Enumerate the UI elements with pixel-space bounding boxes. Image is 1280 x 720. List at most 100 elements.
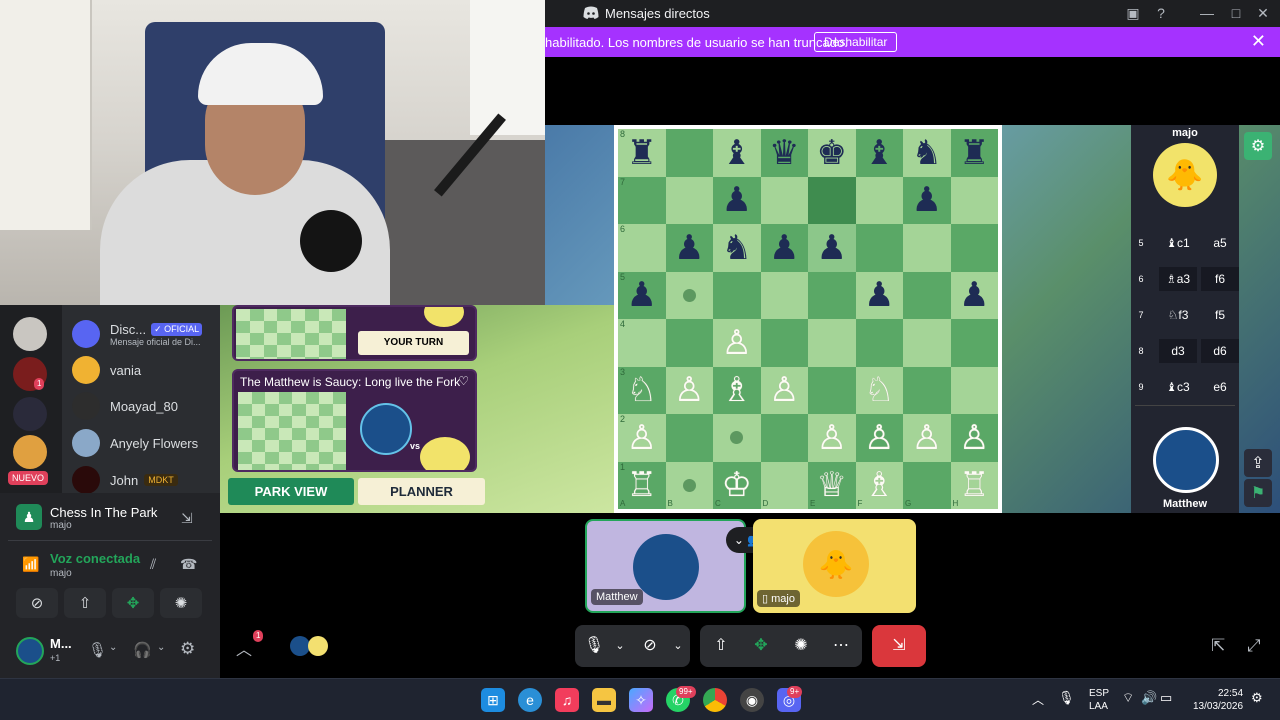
black-piece[interactable]: ♜	[627, 136, 657, 170]
server-avatar-3[interactable]	[13, 397, 47, 431]
board-square[interactable]: 5 ♟	[618, 271, 666, 319]
board-square[interactable]	[950, 319, 998, 367]
mic-chevron-icon[interactable]: ⌄	[109, 642, 117, 653]
white-piece[interactable]: ♙	[627, 421, 657, 455]
white-piece[interactable]: ♙	[674, 373, 704, 407]
black-piece[interactable]: ♟	[817, 231, 847, 265]
inbox-icon[interactable]: ▣	[1123, 4, 1143, 22]
board-square[interactable]: 3 ♘	[618, 366, 666, 414]
tab-planner[interactable]: PLANNER	[358, 478, 485, 505]
white-piece[interactable]: ♘	[627, 373, 657, 407]
black-piece[interactable]: ♜	[959, 136, 989, 170]
black-piece[interactable]: ♚	[817, 136, 847, 170]
game-card-2[interactable]: The Matthew is Saucy: Long live the Fork…	[232, 369, 477, 472]
leave-activity-icon[interactable]: ⇲	[181, 510, 193, 527]
user-name[interactable]: M...	[50, 636, 72, 651]
maximize-icon[interactable]: □	[1226, 4, 1246, 22]
board-square[interactable]	[760, 176, 808, 224]
tray-chevron-icon[interactable]: ︿	[1032, 691, 1044, 708]
windows-start-icon[interactable]: ⊞	[481, 688, 505, 712]
board-square[interactable]	[760, 271, 808, 319]
board-square[interactable]: ♜	[950, 129, 998, 177]
minimize-icon[interactable]: —	[1197, 4, 1217, 22]
call-activities-icon[interactable]: ✥	[746, 625, 776, 667]
dm-item-moayad[interactable]: Moayad_80	[72, 391, 178, 421]
black-piece[interactable]: ♟	[864, 278, 894, 312]
white-piece[interactable]: ♙	[769, 373, 799, 407]
white-piece[interactable]: ♙	[912, 421, 942, 455]
notifications-icon[interactable]: ⚙	[1251, 690, 1263, 706]
board-square[interactable]	[665, 271, 713, 319]
tab-park-view[interactable]: PARK VIEW	[228, 478, 354, 505]
white-piece[interactable]: ♘	[864, 373, 894, 407]
headphones-icon[interactable]: 🎧	[133, 641, 152, 659]
black-piece[interactable]: ♞	[722, 231, 752, 265]
move-row[interactable]: 6 ♗a3 f6	[1131, 261, 1239, 297]
popout-icon[interactable]: ⇱	[1211, 636, 1225, 656]
dm-item-vania[interactable]: vania	[72, 355, 141, 385]
board-square[interactable]	[665, 176, 713, 224]
wifi-icon[interactable]: ⌔	[1122, 690, 1134, 706]
board-square[interactable]: ♟	[903, 176, 951, 224]
move-hint-dot[interactable]	[682, 288, 696, 302]
voice-status[interactable]: Voz conectada	[50, 551, 140, 566]
board-square[interactable]: ♝	[713, 129, 761, 177]
more-options-icon[interactable]: ⋯	[826, 625, 856, 667]
board-square[interactable]: ♛	[760, 129, 808, 177]
board-square[interactable]: ♙	[665, 366, 713, 414]
move-row[interactable]: 7 ♘f3 f5	[1131, 297, 1239, 333]
dm-item-john[interactable]: John MDKT	[72, 465, 178, 495]
black-piece[interactable]: ♟	[769, 231, 799, 265]
board-square[interactable]: D	[760, 461, 808, 509]
help-icon[interactable]: ?	[1151, 4, 1171, 22]
board-square[interactable]: ♟	[855, 271, 903, 319]
white-piece[interactable]: ♔	[722, 468, 752, 502]
heart-icon[interactable]: ♡	[458, 374, 469, 388]
black-piece[interactable]: ♟	[722, 183, 752, 217]
call-camera-off-icon[interactable]: ⊘	[635, 625, 665, 667]
board-square[interactable]: ♙	[903, 414, 951, 462]
board-square[interactable]: 1 A ♖	[618, 461, 666, 509]
edge-browser-icon[interactable]: e	[518, 688, 542, 712]
activities-button[interactable]: ✥	[112, 588, 154, 618]
chess-board[interactable]: 8 ♜ ♝ ♛ ♚ ♝ ♞ ♜ 7 ♟ ♟ 6 ♟ ♞ ♟ ♟ 5 ♟ ♟ ♟ 4 ♙ 3 ♘ ♙ ♗ ♙ ♘ 2 ♙ ♙ ♙ ♙ ♙ 1 A ♖ B C ♔…	[614, 125, 1002, 513]
board-square[interactable]: G	[903, 461, 951, 509]
dm-item-anyely[interactable]: Anyely Flowers	[72, 428, 198, 458]
board-square[interactable]: 8 ♜	[618, 129, 666, 177]
board-square[interactable]: F ♗	[855, 461, 903, 509]
board-square[interactable]	[665, 414, 713, 462]
white-piece[interactable]: ♖	[627, 468, 657, 502]
board-square[interactable]: B	[665, 461, 713, 509]
board-square[interactable]	[665, 319, 713, 367]
board-square[interactable]: 4	[618, 319, 666, 367]
server-avatar-1[interactable]	[13, 317, 47, 351]
board-square[interactable]: ♟	[665, 224, 713, 272]
settings-gear-icon[interactable]: ⚙	[1244, 132, 1272, 160]
move-row[interactable]: 9 ♝c3 e6	[1131, 369, 1239, 405]
call-soundboard-icon[interactable]: ✺	[786, 625, 816, 667]
black-piece[interactable]: ♝	[864, 136, 894, 170]
board-square[interactable]: ♙	[760, 366, 808, 414]
board-square[interactable]	[855, 224, 903, 272]
close-window-icon[interactable]: ✕	[1253, 4, 1273, 22]
dm-item-discord[interactable]: Disc... ✓ OFICIAL Mensaje oficial de Di.…	[72, 319, 203, 349]
headphone-chevron-icon[interactable]: ⌄	[157, 642, 165, 653]
board-square[interactable]	[760, 319, 808, 367]
expand-up-icon[interactable]: ︿	[236, 636, 252, 660]
board-square[interactable]: ♗	[713, 366, 761, 414]
board-square[interactable]: ♙	[808, 414, 856, 462]
board-square[interactable]	[713, 414, 761, 462]
board-square[interactable]: ♟	[760, 224, 808, 272]
board-square[interactable]: C ♔	[713, 461, 761, 509]
black-piece[interactable]: ♟	[627, 278, 657, 312]
call-camera-chevron-icon[interactable]: ⌄	[663, 625, 693, 667]
board-square[interactable]	[950, 366, 998, 414]
white-piece[interactable]: ♙	[864, 421, 894, 455]
board-square[interactable]: 7	[618, 176, 666, 224]
board-square[interactable]: ♞	[903, 129, 951, 177]
file-explorer-icon[interactable]: ▬	[592, 688, 616, 712]
microphone-icon[interactable]: 🎙	[88, 641, 107, 659]
move-row[interactable]: 8 d3 d6	[1131, 333, 1239, 369]
move-hint-dot[interactable]	[730, 431, 744, 445]
your-turn-button[interactable]: YOUR TURN	[358, 331, 469, 355]
